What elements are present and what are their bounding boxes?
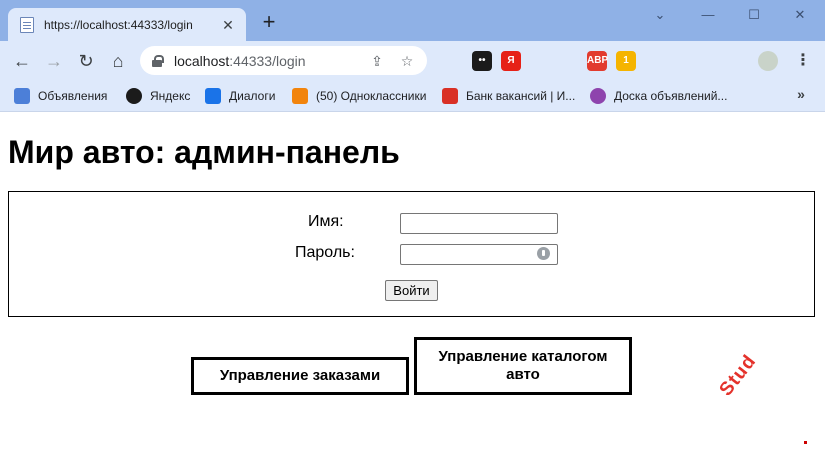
bookmark-item[interactable]: Диалоги [205,86,275,106]
forward-icon[interactable]: → [42,49,66,73]
reload-icon[interactable]: ↻ [74,49,98,73]
login-button[interactable]: Войти [385,280,438,301]
tab-close-icon[interactable]: ✕ [220,17,236,33]
board-icon [590,88,606,104]
name-input[interactable] [400,213,558,234]
bookmark-label: Банк вакансий | И... [466,89,576,103]
lock-icon[interactable] [152,54,164,67]
manage-catalog-button[interactable]: Управление каталогом авто [414,337,632,395]
puzzle-icon[interactable] [672,51,692,71]
yandex-compass-icon [126,88,142,104]
bookmark-label: Диалоги [229,89,276,103]
globe-icon[interactable] [644,51,664,71]
url-text: localhost:44333/login [174,53,357,69]
bookmark-label: Объявления [38,89,108,103]
url-path: :44333/login [229,52,306,69]
minimize-button[interactable]: — [694,4,722,26]
name-label: Имя: [308,213,344,230]
chat-icon [205,88,221,104]
password-label: Пароль: [295,244,355,261]
watermark-dot [804,441,807,444]
tab-title: https://localhost:44333/login [44,17,193,32]
menu-icon[interactable]: ⋮ [795,51,811,71]
maximize-button[interactable]: ☐ [740,4,768,26]
browser-tab[interactable]: https://localhost:44333/login ✕ [8,8,246,41]
avatar-icon[interactable] [758,51,778,71]
media-icon[interactable] [703,51,723,71]
password-input[interactable] [400,244,558,265]
sidepanel-icon[interactable] [730,51,750,71]
new-tab-button[interactable]: + [258,11,280,34]
bookmark-item[interactable]: Доска объявлений... [590,86,727,106]
doc-icon [14,88,30,104]
browser-titlebar: https://localhost:44333/login ✕ + ⌄ — ☐ … [0,0,825,41]
bookmark-label: Яндекс [150,89,191,103]
key-icon[interactable] [530,51,550,71]
notification-icon[interactable]: 1 [616,51,636,71]
back-icon[interactable]: ← [10,49,34,73]
bookmark-label: (50) Одноклассники [316,89,427,103]
jobs-icon [442,88,458,104]
bookmark-star-icon[interactable]: ☆ [397,51,417,71]
adblock-icon[interactable]: ABP [587,51,608,71]
yandex-icon[interactable]: Я [501,51,521,71]
ok-icon [292,88,308,104]
share-icon[interactable]: ⇪ [367,51,387,71]
bookmark-item[interactable]: Яндекс [126,86,190,106]
bookmarks-bar: Объявления Яндекс Диалоги (50) Однокласс… [0,80,825,112]
manage-orders-button[interactable]: Управление заказами [191,357,409,395]
url-host: localhost [174,52,230,69]
bookmarks-more-icon[interactable]: » [792,84,810,104]
address-bar[interactable]: localhost:44333/login ⇪ ☆ [140,46,427,75]
bookmark-label: Доска объявлений... [614,89,728,103]
bookmark-item[interactable]: Банк вакансий | И... [442,86,575,106]
watermark-logo: Stud [715,350,761,401]
password-key-icon[interactable] [537,247,550,260]
bookmark-item[interactable]: (50) Одноклассники [292,86,426,106]
home-icon[interactable]: ⌂ [106,49,130,73]
tab-search-icon[interactable]: ⌄ [646,4,674,26]
window-close-button[interactable]: ✕ [786,4,814,26]
bookmark-item[interactable]: Объявления [14,86,107,106]
browser-toolbar: ← → ↻ ⌂ localhost:44333/login ⇪ ☆ •• Я ABP… [0,41,825,80]
page-favicon-icon [20,16,34,33]
tapermonkey-icon[interactable]: •• [472,51,492,71]
page-title: Мир авто: админ-панель [8,134,400,170]
house-icon[interactable] [558,51,578,71]
